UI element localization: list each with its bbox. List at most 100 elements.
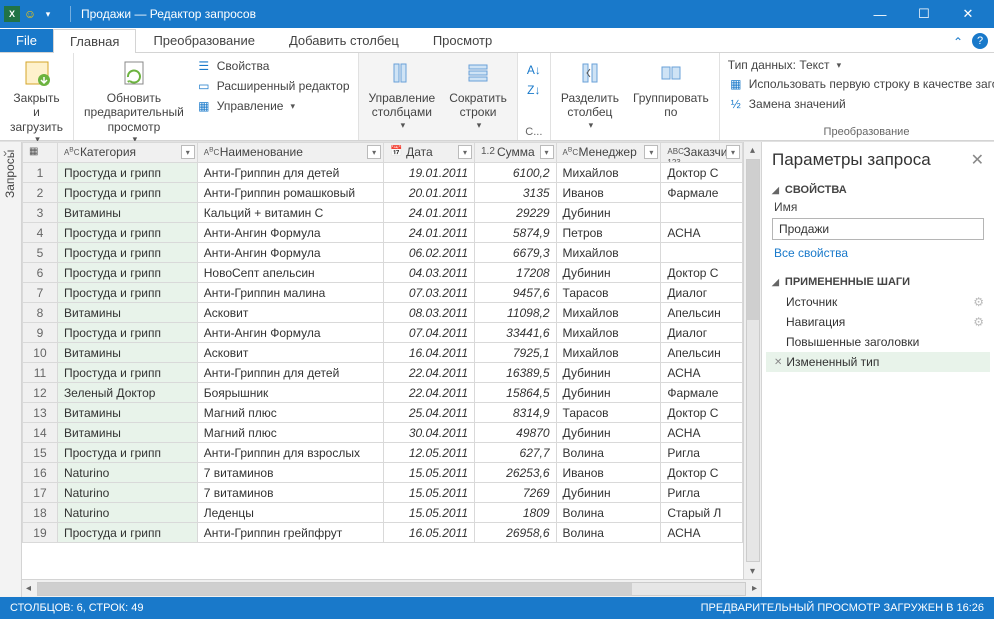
cell[interactable]: Тарасов: [556, 403, 661, 423]
cell[interactable]: Ригла: [661, 443, 743, 463]
cell[interactable]: Асковит: [197, 303, 383, 323]
cell[interactable]: Простуда и грипп: [57, 163, 197, 183]
tab-add-column[interactable]: Добавить столбец: [272, 28, 416, 52]
sort-desc-button[interactable]: Z↓: [524, 81, 544, 99]
table-row[interactable]: 3ВитаминыКальций + витамин C24.01.201129…: [23, 203, 743, 223]
cell[interactable]: Апельсин: [661, 343, 743, 363]
cell[interactable]: 5874,9: [475, 223, 557, 243]
row-header-corner[interactable]: ▦: [23, 143, 58, 163]
cell[interactable]: 3135: [475, 183, 557, 203]
table-row[interactable]: 14ВитаминыМагний плюс30.04.201149870Дуби…: [23, 423, 743, 443]
applied-steps-header[interactable]: ◢ПРИМЕНЕННЫЕ ШАГИ: [762, 270, 994, 290]
cell[interactable]: Иванов: [556, 463, 661, 483]
cell[interactable]: 33441,6: [475, 323, 557, 343]
table-row[interactable]: 4Простуда и гриппАнти-Ангин Формула24.01…: [23, 223, 743, 243]
cell[interactable]: 15864,5: [475, 383, 557, 403]
applied-step[interactable]: Источник⚙: [766, 292, 990, 312]
table-row[interactable]: 16Naturino7 витаминов15.05.201126253,6Ив…: [23, 463, 743, 483]
cell[interactable]: Фармале: [661, 183, 743, 203]
cell[interactable]: 6100,2: [475, 163, 557, 183]
properties-section-header[interactable]: ◢СВОЙСТВА: [762, 178, 994, 198]
cell[interactable]: 1809: [475, 503, 557, 523]
cell[interactable]: Витамины: [57, 423, 197, 443]
cell[interactable]: 04.03.2011: [384, 263, 475, 283]
cell[interactable]: Дубинин: [556, 203, 661, 223]
data-type-button[interactable]: Тип данных: Текст▾: [726, 57, 994, 73]
applied-step[interactable]: Измененный тип: [766, 352, 990, 372]
table-row[interactable]: 9Простуда и гриппАнти-Ангин Формула07.04…: [23, 323, 743, 343]
table-row[interactable]: 2Простуда и гриппАнти-Гриппин ромашковый…: [23, 183, 743, 203]
cell[interactable]: Михайлов: [556, 163, 661, 183]
cell[interactable]: Магний плюс: [197, 423, 383, 443]
file-tab[interactable]: File: [0, 29, 53, 52]
cell[interactable]: 07.04.2011: [384, 323, 475, 343]
refresh-preview-button[interactable]: Обновить предварительный просмотр▾: [80, 55, 188, 145]
cell[interactable]: Михайлов: [556, 243, 661, 263]
cell[interactable]: Анти-Гриппин для взрослых: [197, 443, 383, 463]
query-name-input[interactable]: Продажи: [772, 218, 984, 240]
cell[interactable]: Кальций + витамин C: [197, 203, 383, 223]
properties-button[interactable]: ☰Свойства: [194, 57, 352, 75]
close-button[interactable]: ✕: [946, 0, 990, 28]
cell[interactable]: 6679,3: [475, 243, 557, 263]
cell[interactable]: 15.05.2011: [384, 503, 475, 523]
table-row[interactable]: 18NaturinoЛеденцы15.05.20111809ВолинаСта…: [23, 503, 743, 523]
cell[interactable]: 7925,1: [475, 343, 557, 363]
cell[interactable]: Анти-Гриппин для детей: [197, 363, 383, 383]
cell[interactable]: Зеленый Доктор: [57, 383, 197, 403]
collapse-ribbon-icon[interactable]: ⌃: [946, 35, 970, 52]
filter-icon[interactable]: ▾: [726, 145, 740, 159]
cell[interactable]: 7 витаминов: [197, 483, 383, 503]
cell[interactable]: Naturino: [57, 463, 197, 483]
cell[interactable]: 25.04.2011: [384, 403, 475, 423]
tab-view[interactable]: Просмотр: [416, 28, 509, 52]
cell[interactable]: 627,7: [475, 443, 557, 463]
manage-button[interactable]: ▦Управление▾: [194, 97, 352, 115]
applied-step[interactable]: Повышенные заголовки: [766, 332, 990, 352]
cell[interactable]: Naturino: [57, 483, 197, 503]
cell[interactable]: НовоСепт апельсин: [197, 263, 383, 283]
scroll-up-icon[interactable]: ▴: [744, 142, 761, 158]
scroll-right-icon[interactable]: ▸: [752, 583, 757, 594]
table-row[interactable]: 19Простуда и гриппАнти-Гриппин грейпфрут…: [23, 523, 743, 543]
cell[interactable]: Анти-Гриппин грейпфрут: [197, 523, 383, 543]
column-header[interactable]: ABC123Заказчи▾: [661, 143, 743, 163]
cell[interactable]: Доктор С: [661, 403, 743, 423]
cell[interactable]: АСНА: [661, 423, 743, 443]
panel-close-button[interactable]: ✕: [971, 150, 984, 170]
column-header[interactable]: ABCНаименование▾: [197, 143, 383, 163]
cell[interactable]: Анти-Ангин Формула: [197, 243, 383, 263]
cell[interactable]: Михайлов: [556, 303, 661, 323]
cell[interactable]: Витамины: [57, 303, 197, 323]
cell[interactable]: Простуда и грипп: [57, 243, 197, 263]
table-row[interactable]: 13ВитаминыМагний плюс25.04.20118314,9Тар…: [23, 403, 743, 423]
cell[interactable]: Петров: [556, 223, 661, 243]
cell[interactable]: Простуда и грипп: [57, 223, 197, 243]
cell[interactable]: Доктор С: [661, 463, 743, 483]
cell[interactable]: 16.05.2011: [384, 523, 475, 543]
cell[interactable]: АСНА: [661, 223, 743, 243]
cell[interactable]: 12.05.2011: [384, 443, 475, 463]
cell[interactable]: 20.01.2011: [384, 183, 475, 203]
cell[interactable]: 17208: [475, 263, 557, 283]
cell[interactable]: Анти-Ангин Формула: [197, 223, 383, 243]
cell[interactable]: 30.04.2011: [384, 423, 475, 443]
cell[interactable]: 8314,9: [475, 403, 557, 423]
gear-icon[interactable]: ⚙: [973, 295, 984, 309]
table-row[interactable]: 12Зеленый ДокторБоярышник22.04.201115864…: [23, 383, 743, 403]
cell[interactable]: [661, 243, 743, 263]
tab-transform[interactable]: Преобразование: [136, 28, 272, 52]
cell[interactable]: Простуда и грипп: [57, 443, 197, 463]
cell[interactable]: АСНА: [661, 523, 743, 543]
advanced-editor-button[interactable]: ▭Расширенный редактор: [194, 77, 352, 95]
cell[interactable]: Дубинин: [556, 423, 661, 443]
cell[interactable]: Диалог: [661, 283, 743, 303]
cell[interactable]: 26958,6: [475, 523, 557, 543]
cell[interactable]: Витамины: [57, 203, 197, 223]
first-row-headers-button[interactable]: ▦Использовать первую строку в качестве з…: [726, 75, 994, 93]
cell[interactable]: Диалог: [661, 323, 743, 343]
cell[interactable]: 16.04.2011: [384, 343, 475, 363]
cell[interactable]: 16389,5: [475, 363, 557, 383]
data-grid[interactable]: ▦ABCКатегория▾ABCНаименование▾📅Дата▾1.2С…: [22, 142, 743, 579]
cell[interactable]: 7 витаминов: [197, 463, 383, 483]
